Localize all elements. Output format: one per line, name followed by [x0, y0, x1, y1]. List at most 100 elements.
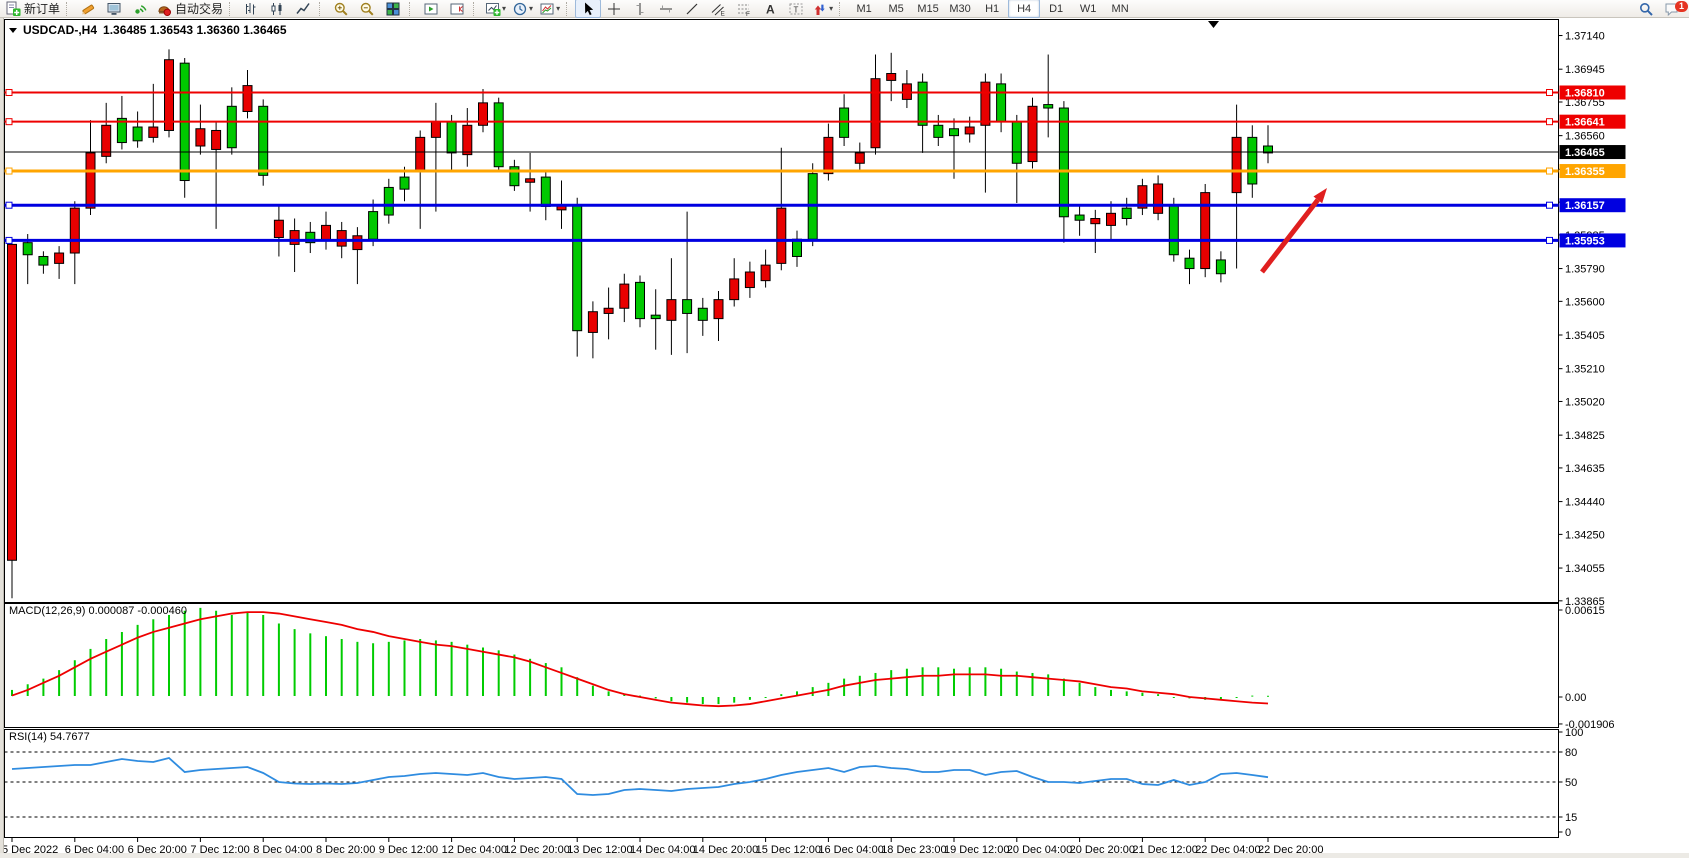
toolbar-button-zoom-in[interactable] [328, 0, 354, 18]
svg-text:1.34825: 1.34825 [1565, 430, 1605, 442]
svg-text:1.35790: 1.35790 [1565, 264, 1605, 276]
toolbar-button-autotrading[interactable]: 自动交易 [153, 0, 226, 18]
svg-text:1.34055: 1.34055 [1565, 563, 1605, 575]
svg-text:1.34250: 1.34250 [1565, 529, 1605, 541]
toolbar-separator [409, 2, 414, 16]
toolbar-right: 1 [1633, 0, 1685, 18]
toolbar-button-equidistant-channel[interactable]: E [705, 0, 731, 18]
equidistant-channel-icon: E [710, 1, 726, 17]
toolbar-button-crosshair[interactable] [601, 0, 627, 18]
toolbar-button-chart-shift[interactable] [444, 0, 470, 18]
toolbar-button-fibonacci[interactable]: F [731, 0, 757, 18]
new-order-icon [5, 1, 21, 17]
arrows-icon [812, 1, 828, 17]
toolbar-button-tile-windows[interactable] [380, 0, 406, 18]
toolbar-button-line-chart[interactable] [290, 0, 316, 18]
toolbar-button-terminal-window[interactable] [101, 0, 127, 18]
vertical-line-icon [632, 1, 648, 17]
window-bottom-edge [0, 853, 1689, 858]
toolbar-button-notifications[interactable]: 1 [1659, 0, 1685, 19]
timeframe-h4[interactable]: H4 [1008, 0, 1040, 18]
autotrading-icon [156, 1, 172, 17]
bar-chart-icon [243, 1, 259, 17]
toolbar-button-cursor[interactable] [575, 0, 601, 18]
text-icon: A [762, 1, 778, 17]
svg-text:1.36157: 1.36157 [1565, 200, 1605, 212]
price-chart-canvas[interactable]: 1.371401.369451.367551.365601.363651.361… [0, 18, 1689, 858]
svg-text:15: 15 [1565, 812, 1577, 824]
toolbar-separator [473, 2, 478, 16]
toolbar-button-search[interactable] [1633, 0, 1659, 19]
toolbar-button-indicators[interactable]: ▾ [482, 0, 509, 18]
toolbar-button-vertical-line[interactable] [627, 0, 653, 18]
svg-text:1.36641: 1.36641 [1565, 117, 1605, 129]
horizontal-line-icon [658, 1, 674, 17]
search-icon [1638, 1, 1654, 17]
svg-text:E: E [721, 10, 726, 17]
toolbar-button-arrows[interactable]: ▾ [809, 0, 836, 18]
svg-text:1.36355: 1.36355 [1565, 166, 1605, 178]
autotrading-label: 自动交易 [175, 0, 223, 17]
toolbar-separator [839, 2, 844, 16]
zoom-in-icon [333, 1, 349, 17]
toolbar-button-text-label[interactable]: T [783, 0, 809, 18]
chart-shift-icon [449, 1, 465, 17]
svg-text:0.00615: 0.00615 [1565, 605, 1605, 617]
cursor-icon [580, 1, 596, 17]
timeframe-m1[interactable]: M1 [848, 0, 880, 18]
svg-text:50: 50 [1565, 777, 1577, 789]
chart-window: 1.371401.369451.367551.365601.363651.361… [0, 18, 1689, 858]
toolbar-separator [229, 2, 234, 16]
toolbar-button-style-brush[interactable] [75, 0, 101, 18]
auto-scroll-icon [423, 1, 439, 17]
toolbar-button-trendline[interactable] [679, 0, 705, 18]
toolbar-button-news-feed[interactable] [127, 0, 153, 18]
timeframe-h1[interactable]: H1 [976, 0, 1008, 18]
svg-text:A: A [766, 2, 775, 16]
toolbar-button-templates[interactable]: ▾ [536, 0, 563, 18]
svg-text:1.35405: 1.35405 [1565, 330, 1605, 342]
svg-text:F: F [746, 11, 750, 17]
svg-text:1.34440: 1.34440 [1565, 497, 1605, 509]
svg-text:80: 80 [1565, 747, 1577, 759]
notification-badge: 1 [1675, 1, 1688, 12]
timeframe-m5[interactable]: M5 [880, 0, 912, 18]
svg-text:1.37140: 1.37140 [1565, 31, 1605, 43]
svg-text:1.35600: 1.35600 [1565, 296, 1605, 308]
candle-chart-icon [269, 1, 285, 17]
svg-text:T: T [794, 5, 799, 14]
toolbar-button-bar-chart[interactable] [238, 0, 264, 18]
new-order-label: 新订单 [24, 0, 60, 17]
toolbar-groups: 新订单自动交易▾▾▾EFAT▾M1M5M15M30H1H4D1W1MN [2, 0, 1136, 18]
toolbar-button-horizontal-line[interactable] [653, 0, 679, 18]
toolbar-button-candle-chart[interactable] [264, 0, 290, 18]
timeframe-mn[interactable]: MN [1104, 0, 1136, 18]
tile-windows-icon [385, 1, 401, 17]
svg-text:1.36465: 1.36465 [1565, 147, 1605, 159]
svg-text:1.35210: 1.35210 [1565, 364, 1605, 376]
window-left-edge [0, 18, 4, 858]
line-chart-icon [295, 1, 311, 17]
svg-text:1.36945: 1.36945 [1565, 64, 1605, 76]
svg-text:1.34635: 1.34635 [1565, 463, 1605, 475]
indicators-icon [485, 1, 501, 17]
fibonacci-icon: F [736, 1, 752, 17]
toolbar-button-text[interactable]: A [757, 0, 783, 18]
timeframe-m15[interactable]: M15 [912, 0, 944, 18]
svg-text:1.35953: 1.35953 [1565, 235, 1605, 247]
timeframe-m30[interactable]: M30 [944, 0, 976, 18]
toolbar-separator [566, 2, 571, 16]
templates-icon [539, 1, 555, 17]
crosshair-icon [606, 1, 622, 17]
toolbar-button-zoom-out[interactable] [354, 0, 380, 18]
svg-text:0.00: 0.00 [1565, 692, 1586, 704]
toolbar-button-periods[interactable]: ▾ [509, 0, 536, 18]
zoom-out-icon [359, 1, 375, 17]
text-label-icon: T [788, 1, 804, 17]
svg-text:1.36560: 1.36560 [1565, 131, 1605, 143]
timeframe-d1[interactable]: D1 [1040, 0, 1072, 18]
terminal-window-icon [106, 1, 122, 17]
toolbar-button-auto-scroll[interactable] [418, 0, 444, 18]
toolbar-button-new-order[interactable]: 新订单 [2, 0, 63, 18]
timeframe-w1[interactable]: W1 [1072, 0, 1104, 18]
